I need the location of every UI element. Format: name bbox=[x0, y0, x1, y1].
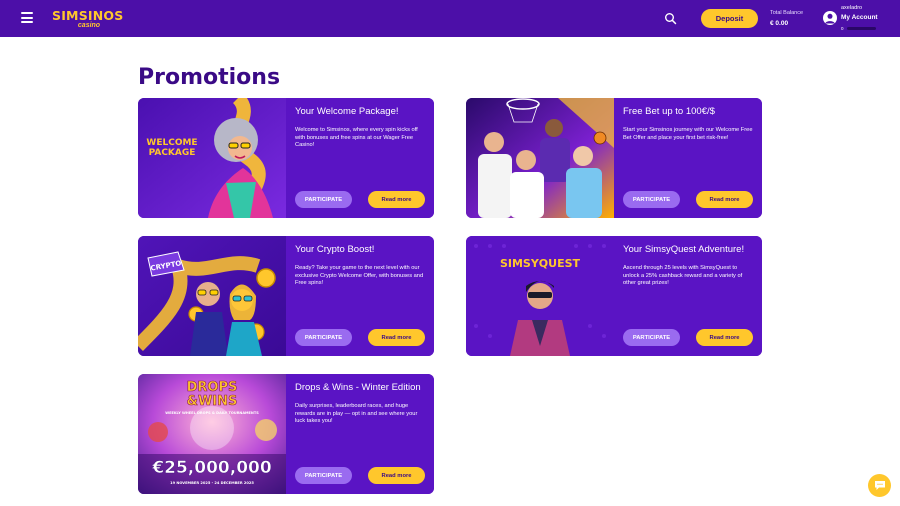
promo-title: Your SimsyQuest Adventure! bbox=[623, 244, 745, 255]
promo-card-free-bet: Free Bet up to 100€/$ Start your Simsino… bbox=[466, 98, 762, 218]
svg-text:PACKAGE: PACKAGE bbox=[149, 148, 196, 158]
level-number: 0 bbox=[841, 26, 844, 31]
deposit-button[interactable]: Deposit bbox=[701, 9, 758, 28]
user-avatar-icon bbox=[823, 11, 837, 25]
promo-title: Free Bet up to 100€/$ bbox=[623, 106, 715, 117]
participate-button[interactable]: PARTICIPATE bbox=[295, 329, 352, 346]
promo-image-simsyquest[interactable]: SIMSYQUEST bbox=[466, 236, 614, 356]
page-title: Promotions bbox=[138, 65, 281, 90]
balance-label: Total Balance bbox=[770, 10, 804, 16]
drops-wins-dates: 19 NOVEMBER 2025 - 24 DECEMBER 2025 bbox=[170, 481, 254, 485]
drops-wins-logo-line-1: DROPS bbox=[187, 380, 238, 395]
top-navigation-bar: SIMSINOS casino Deposit Total Balance € … bbox=[0, 0, 900, 37]
promo-title: Drops & Wins - Winter Edition bbox=[295, 382, 421, 393]
svg-text:WELCOME: WELCOME bbox=[146, 138, 197, 148]
hamburger-menu-icon[interactable] bbox=[21, 12, 33, 23]
promo-image-free-bet[interactable] bbox=[466, 98, 614, 218]
read-more-button[interactable]: Read more bbox=[696, 191, 753, 208]
promo-title: Your Welcome Package! bbox=[295, 106, 399, 117]
promo-card-drops-wins: DROPS &WINS WEEKLY WHEEL DROPS & DAILY T… bbox=[138, 374, 434, 494]
balance-value: € 0.00 bbox=[770, 20, 789, 27]
level-progress-bar bbox=[847, 27, 876, 30]
simsinos-logo[interactable]: SIMSINOS casino bbox=[52, 9, 126, 29]
promo-card-simsyquest: SIMSYQUEST Your SimsyQuest Adventure! As… bbox=[466, 236, 762, 356]
participate-button[interactable]: PARTICIPATE bbox=[295, 467, 352, 484]
logo-subtitle: casino bbox=[77, 21, 101, 29]
my-account-menu[interactable]: axeladro My Account 0 bbox=[823, 5, 883, 33]
username: axeladro bbox=[841, 5, 863, 11]
promo-image-crypto-boost[interactable]: CRYPTO bbox=[138, 236, 286, 356]
read-more-button[interactable]: Read more bbox=[368, 467, 425, 484]
promo-card-crypto-boost: CRYPTO Your Crypto Boost! Ready? Take yo… bbox=[138, 236, 434, 356]
promo-image-drops-wins[interactable]: DROPS &WINS WEEKLY WHEEL DROPS & DAILY T… bbox=[138, 374, 286, 494]
promo-card-body: Drops & Wins - Winter Edition Daily surp… bbox=[286, 374, 434, 494]
drops-wins-prize-amount: €25,000,000 bbox=[151, 458, 272, 478]
promo-description: Start your Simsinos journey with our Wel… bbox=[623, 127, 753, 141]
promo-description: Welcome to Simsinos, where every spin ki… bbox=[295, 127, 418, 149]
drops-wins-logo: DROPS &WINS bbox=[186, 380, 238, 410]
svg-text:SIMSYQUEST: SIMSYQUEST bbox=[500, 257, 581, 270]
promo-image-welcome-package[interactable]: WELCOME PACKAGE bbox=[138, 98, 286, 218]
drops-wins-subtitle: WEEKLY WHEEL DROPS & DAILY TOURNAMENTS bbox=[165, 411, 259, 415]
logo-wordmark: SIMSINOS bbox=[52, 8, 124, 23]
promo-title: Your Crypto Boost! bbox=[295, 244, 375, 255]
read-more-button[interactable]: Read more bbox=[368, 191, 425, 208]
promo-description: Ascend through 25 levels with SimsyQuest… bbox=[623, 265, 743, 287]
read-more-button[interactable]: Read more bbox=[696, 329, 753, 346]
promo-description: Ready? Take your game to the next level … bbox=[295, 265, 424, 287]
participate-button[interactable]: PARTICIPATE bbox=[623, 191, 680, 208]
promo-card-body: Your Welcome Package! Welcome to Simsino… bbox=[286, 98, 434, 218]
promo-card-welcome-package: WELCOME PACKAGE Your Welcome Package! We… bbox=[138, 98, 434, 218]
search-icon[interactable] bbox=[664, 12, 677, 25]
total-balance: Total Balance € 0.00 bbox=[770, 10, 815, 28]
read-more-button[interactable]: Read more bbox=[368, 329, 425, 346]
drops-wins-logo-line-2: &WINS bbox=[187, 394, 238, 409]
my-account-label: My Account bbox=[841, 14, 878, 21]
participate-button[interactable]: PARTICIPATE bbox=[295, 191, 352, 208]
chat-bubble-icon[interactable] bbox=[868, 474, 891, 497]
promo-card-body: Your SimsyQuest Adventure! Ascend throug… bbox=[614, 236, 762, 356]
promo-description: Daily surprises, leaderboard races, and … bbox=[295, 403, 418, 425]
promo-card-body: Free Bet up to 100€/$ Start your Simsino… bbox=[614, 98, 762, 218]
participate-button[interactable]: PARTICIPATE bbox=[623, 329, 680, 346]
promo-card-body: Your Crypto Boost! Ready? Take your game… bbox=[286, 236, 434, 356]
